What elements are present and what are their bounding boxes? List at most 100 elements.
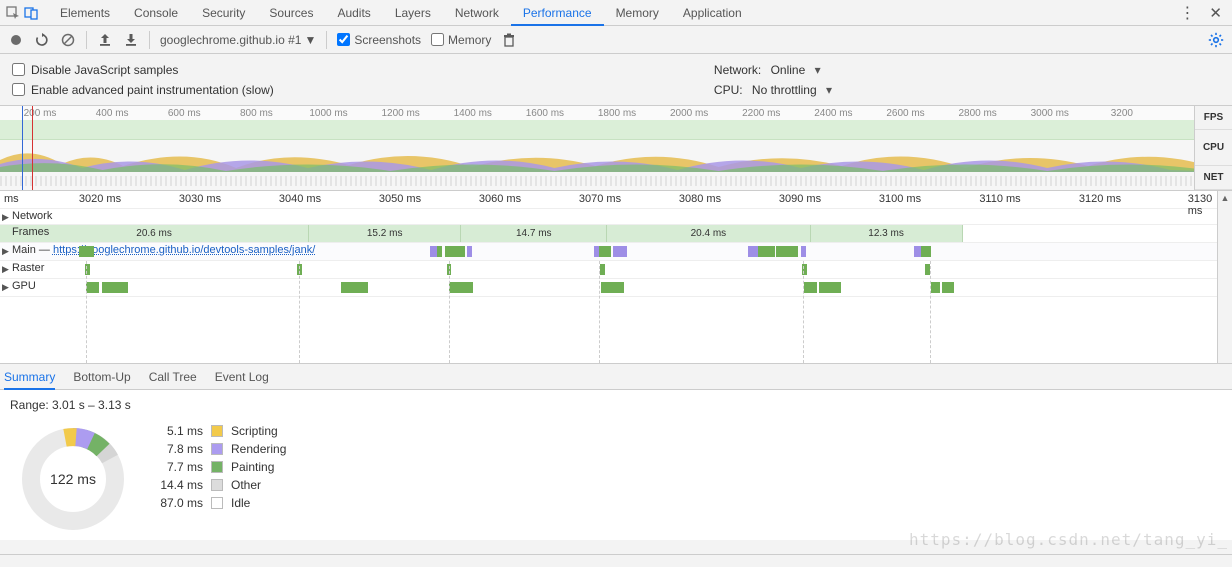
legend-ms: 7.8 ms [148, 442, 203, 456]
disable-js-checkbox[interactable]: Disable JavaScript samples [12, 63, 274, 77]
tab-elements[interactable]: Elements [48, 0, 122, 26]
track-raster[interactable]: ▶ Raster [0, 261, 1217, 279]
main-task[interactable] [467, 246, 472, 257]
main-task[interactable] [776, 246, 798, 257]
track-gpu[interactable]: ▶ GPU [0, 279, 1217, 297]
reload-icon[interactable] [34, 32, 50, 48]
frame-segment[interactable]: 12.3 ms [811, 225, 963, 242]
main-task[interactable] [613, 246, 626, 257]
btab-calltree[interactable]: Call Tree [149, 364, 197, 390]
frame-gridline [599, 261, 600, 363]
btab-bottomup[interactable]: Bottom-Up [73, 364, 130, 390]
track-main[interactable]: ▶ Main — https://googlechrome.github.io/… [0, 243, 1217, 261]
legend-row: 7.8 ms Rendering [148, 442, 286, 456]
scroll-up-icon[interactable]: ▲ [1221, 193, 1230, 203]
btab-eventlog[interactable]: Event Log [215, 364, 269, 390]
capture-settings: Disable JavaScript samples Enable advanc… [0, 54, 1232, 106]
tab-audits[interactable]: Audits [325, 0, 382, 26]
frame-segment[interactable]: 14.7 ms [461, 225, 607, 242]
tab-console[interactable]: Console [122, 0, 190, 26]
record-icon[interactable] [8, 32, 24, 48]
frame-segment[interactable]: 20.4 ms [607, 225, 810, 242]
recording-label: googlechrome.github.io #1 [160, 33, 301, 47]
tab-memory[interactable]: Memory [604, 0, 671, 26]
tab-layers[interactable]: Layers [383, 0, 443, 26]
screenshots-checkbox[interactable]: Screenshots [337, 33, 421, 47]
main-task[interactable] [430, 246, 437, 257]
expand-icon[interactable]: ▶ [2, 246, 9, 257]
flamechart-panel[interactable]: ms3020 ms3030 ms3040 ms3050 ms3060 ms307… [0, 191, 1232, 364]
upload-icon[interactable] [97, 32, 113, 48]
main-task[interactable] [437, 246, 442, 257]
screenshots-input[interactable] [337, 33, 350, 46]
gpu-task[interactable] [601, 282, 624, 293]
flame-tick: 3040 ms [279, 193, 321, 205]
download-icon[interactable] [123, 32, 139, 48]
inspect-icon[interactable] [6, 6, 20, 20]
chevron-down-icon: ▼ [304, 33, 316, 47]
tab-sources[interactable]: Sources [257, 0, 325, 26]
tab-network[interactable]: Network [443, 0, 511, 26]
legend-label: Idle [231, 496, 250, 510]
expand-icon[interactable]: ▶ [2, 264, 9, 275]
frame-gridline [803, 261, 804, 363]
raster-task[interactable] [600, 264, 605, 275]
tab-security[interactable]: Security [190, 0, 257, 26]
main-task[interactable] [921, 246, 931, 257]
gear-icon[interactable] [1208, 32, 1224, 48]
main-task[interactable] [445, 246, 464, 257]
main-task[interactable] [599, 246, 611, 257]
gpu-task[interactable] [931, 282, 940, 293]
memory-checkbox[interactable]: Memory [431, 33, 491, 47]
device-icon[interactable] [24, 6, 38, 20]
enable-paint-checkbox[interactable]: Enable advanced paint instrumentation (s… [12, 83, 274, 97]
btab-summary[interactable]: Summary [4, 364, 55, 390]
main-task[interactable] [758, 246, 775, 257]
network-throttle-select[interactable]: Network: Online ▾ [714, 63, 832, 77]
overview-panel[interactable]: 200 ms400 ms600 ms800 ms1000 ms1200 ms14… [0, 106, 1232, 191]
main-task[interactable] [748, 246, 758, 257]
gpu-task[interactable] [942, 282, 954, 293]
cpu-throttle-select[interactable]: CPU: No throttling ▾ [714, 83, 832, 97]
flame-tick: 3090 ms [779, 193, 821, 205]
recording-selector[interactable]: googlechrome.github.io #1 ▼ [160, 33, 316, 47]
footer-strip [0, 554, 1232, 567]
track-frames[interactable]: ▶ Frames 20.6 ms15.2 ms14.7 ms20.4 ms12.… [0, 225, 1217, 243]
expand-icon[interactable]: ▶ [2, 282, 9, 293]
close-icon[interactable]: ✕ [1205, 4, 1226, 22]
gpu-task[interactable] [449, 282, 473, 293]
overview-lane-labels: FPS CPU NET [1194, 106, 1232, 190]
overview-tick: 1200 ms [381, 108, 419, 119]
track-network[interactable]: ▶ Network [0, 209, 1217, 225]
tab-performance[interactable]: Performance [511, 0, 604, 26]
frame-segment[interactable]: 15.2 ms [309, 225, 461, 242]
flame-tick: 3070 ms [579, 193, 621, 205]
trash-icon[interactable] [501, 32, 517, 48]
tab-application[interactable]: Application [671, 0, 754, 26]
main-task[interactable] [79, 246, 94, 257]
overview-tick: 1400 ms [454, 108, 492, 119]
main-task[interactable] [914, 246, 921, 257]
main-task[interactable] [801, 246, 806, 257]
expand-icon[interactable]: ▶ [2, 212, 9, 223]
overview-selection-end[interactable] [32, 106, 33, 190]
gpu-task[interactable] [102, 282, 128, 293]
vertical-scrollbar[interactable]: ▲ [1217, 191, 1232, 363]
legend-label: Rendering [231, 442, 286, 456]
summary-donut: 122 ms [18, 424, 128, 534]
gpu-task[interactable] [804, 282, 816, 293]
stop-icon[interactable] [60, 32, 76, 48]
frame-gridline [86, 261, 87, 363]
overview-tick: 400 ms [96, 108, 129, 119]
memory-input[interactable] [431, 33, 444, 46]
gpu-task[interactable] [819, 282, 841, 293]
legend-ms: 87.0 ms [148, 496, 203, 510]
details-tabs: Summary Bottom-Up Call Tree Event Log [0, 364, 1232, 390]
gpu-task[interactable] [341, 282, 368, 293]
legend-swatch [211, 479, 223, 491]
gpu-task[interactable] [86, 282, 98, 293]
legend-row: 14.4 msOther [148, 478, 286, 492]
more-icon[interactable]: ⋮ [1179, 3, 1195, 23]
legend-ms: 5.1 ms [148, 424, 203, 438]
overview-selection-start[interactable] [22, 106, 23, 190]
